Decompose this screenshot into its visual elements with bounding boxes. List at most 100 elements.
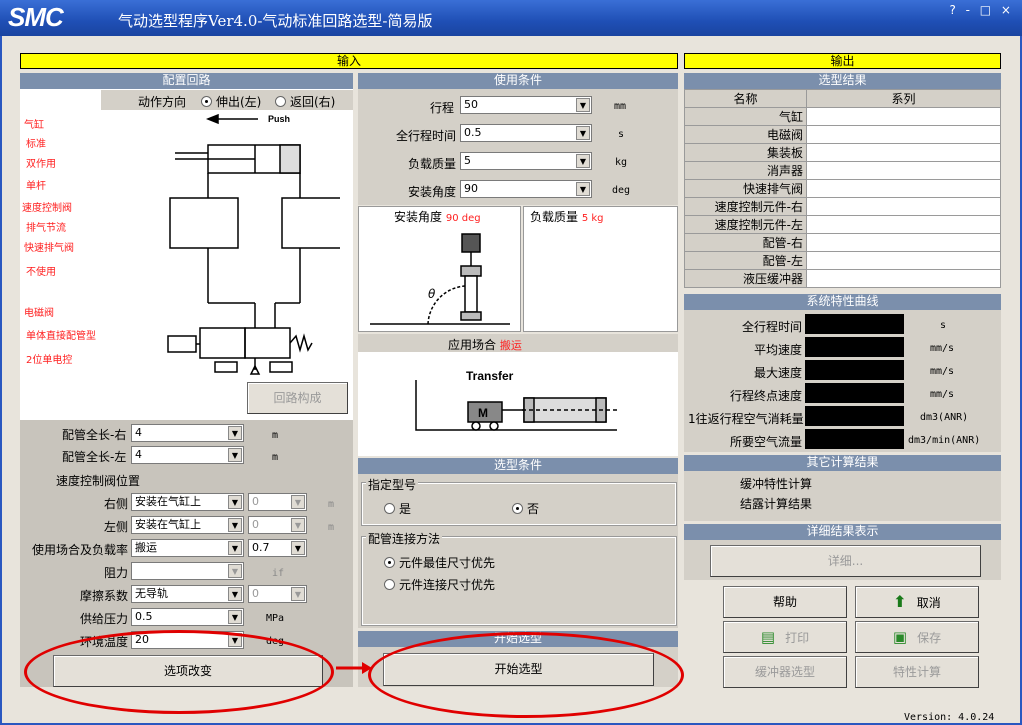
legend-not-used: 不使用 bbox=[26, 267, 56, 278]
load-rate-select[interactable]: 0.7 ▼ bbox=[248, 539, 307, 557]
curve-label-end-speed: 行程终点速度 bbox=[730, 389, 803, 403]
curve-label-time: 全行程时间 bbox=[742, 320, 803, 334]
input-header: 输入 bbox=[20, 53, 678, 69]
curve-label-avg-speed: 平均速度 bbox=[754, 343, 803, 357]
stroke-select[interactable]: 50 ▼ bbox=[460, 96, 592, 114]
pneumatic-circuit-diagram: Push bbox=[167, 113, 340, 375]
title-bar: SMC 气动选型程序Ver4.0-气动标准回路选型-简易版 ? - □ × bbox=[0, 0, 1022, 36]
svg-text:Push: Push bbox=[268, 114, 290, 124]
window-controls[interactable]: ? - □ × bbox=[949, 3, 1014, 17]
stroke-label: 行程 bbox=[430, 101, 455, 115]
col-name: 名称 bbox=[684, 89, 807, 108]
legend-meter-out: 排气节流 bbox=[26, 223, 66, 234]
table-row: 快速排气阀 bbox=[684, 179, 1001, 198]
svg-text:θ: θ bbox=[428, 287, 436, 301]
exit-icon: ⬆ bbox=[893, 592, 907, 611]
pipe-opt-connect-radio[interactable]: 元件连接尺寸优先 bbox=[384, 576, 495, 593]
pipe-left-unit: m bbox=[272, 452, 279, 463]
table-row: 配管-左 bbox=[684, 251, 1001, 270]
results-header: 选型结果 bbox=[684, 73, 1001, 89]
table-row: 速度控制元件-右 bbox=[684, 197, 1001, 216]
left-side-label: 左侧 bbox=[104, 520, 129, 534]
resistance-select[interactable]: ▼ bbox=[131, 562, 244, 580]
friction-label: 摩擦系数 bbox=[80, 589, 129, 603]
svg-text:M: M bbox=[478, 406, 488, 420]
pipe-right-select[interactable]: 4 ▼ bbox=[131, 424, 244, 442]
legend-cylinder: 气缸 bbox=[24, 120, 44, 131]
curve-value-avg-speed bbox=[805, 337, 904, 357]
table-row: 速度控制元件-左 bbox=[684, 215, 1001, 234]
pipe-connect-group-label: 配管连接方法 bbox=[366, 530, 443, 547]
mount-angle-select[interactable]: 90 ▼ bbox=[460, 180, 592, 198]
model-no-radio[interactable]: 否 bbox=[512, 500, 539, 517]
angle-panel-label: 安装角度 90 deg bbox=[394, 210, 481, 224]
help-button[interactable]: 帮助 bbox=[723, 586, 847, 618]
curve-value-time bbox=[805, 314, 904, 334]
table-row: 电磁阀 bbox=[684, 125, 1001, 144]
table-row: 消声器 bbox=[684, 161, 1001, 180]
right-side-unit: m bbox=[328, 499, 335, 510]
characteristics-calc-button[interactable]: 特性计算 bbox=[855, 656, 979, 688]
right-side-sub-select[interactable]: 0 ▼ bbox=[248, 493, 307, 511]
friction-select[interactable]: 无导轨 ▼ bbox=[131, 585, 244, 603]
curve-value-air-consumption bbox=[805, 406, 904, 426]
smc-logo: SMC bbox=[8, 2, 64, 32]
full-stroke-time-select[interactable]: 0.5 ▼ bbox=[460, 124, 592, 142]
usage-header: 使用条件 bbox=[358, 73, 678, 89]
annotation-circle-start bbox=[368, 632, 684, 718]
detail-header: 详细结果表示 bbox=[684, 524, 1001, 540]
left-side-sub-select[interactable]: 0 ▼ bbox=[248, 516, 307, 534]
left-side-select[interactable]: 安装在气缸上 ▼ bbox=[131, 516, 244, 534]
curve-header: 系统特性曲线 bbox=[684, 294, 1001, 310]
pipe-opt-best-radio[interactable]: 元件最佳尺寸优先 bbox=[384, 554, 495, 571]
legend-single-solenoid: 2位单电控 bbox=[26, 355, 73, 366]
condensation-calc-link[interactable]: 结露计算结果 bbox=[740, 495, 812, 512]
right-side-label: 右侧 bbox=[104, 497, 129, 511]
curve-label-air-consumption: 1往返行程空气消耗量 bbox=[688, 412, 804, 426]
detail-button[interactable]: 详细... bbox=[710, 545, 981, 577]
curve-unit-time: s bbox=[940, 320, 947, 331]
window-title: 气动选型程序Ver4.0-气动标准回路选型-简易版 bbox=[118, 12, 433, 30]
results-table: 名称 系列 气缸 电磁阀 集装板 消声器 快速排气阀 速度控制元件-右 速度控制元… bbox=[684, 89, 1001, 288]
shock-absorber-button[interactable]: 缓冲器选型 bbox=[723, 656, 847, 688]
pipe-left-select[interactable]: 4 ▼ bbox=[131, 446, 244, 464]
version-label: Version: 4.0.24 bbox=[904, 712, 995, 723]
load-mass-select[interactable]: 5 ▼ bbox=[460, 152, 592, 170]
curve-unit-avg-speed: mm/s bbox=[930, 343, 955, 354]
save-button[interactable]: ▣ 保存 bbox=[855, 621, 979, 653]
table-row: 集装板 bbox=[684, 143, 1001, 162]
circuit-build-button[interactable]: 回路构成 bbox=[247, 382, 348, 414]
pipe-right-label: 配管全长-右 bbox=[62, 428, 127, 442]
curve-unit-air-consumption: dm3(ANR) bbox=[920, 412, 969, 423]
other-results-header: 其它计算结果 bbox=[684, 455, 1001, 471]
supply-pressure-select[interactable]: 0.5 ▼ bbox=[131, 608, 244, 626]
curve-value-air-flow bbox=[805, 429, 904, 449]
output-header: 输出 bbox=[684, 53, 1001, 69]
legend-standard: 标准 bbox=[26, 139, 46, 150]
print-button[interactable]: ▤ 打印 bbox=[723, 621, 847, 653]
col-series: 系列 bbox=[806, 89, 1001, 108]
model-yes-radio[interactable]: 是 bbox=[384, 500, 411, 517]
legend-solenoid: 电磁阀 bbox=[24, 308, 54, 319]
right-side-select[interactable]: 安装在气缸上 ▼ bbox=[131, 493, 244, 511]
load-mass-label: 负载质量 bbox=[408, 157, 457, 171]
angle-unit: deg bbox=[612, 185, 631, 196]
selection-conditions-header: 选型条件 bbox=[358, 458, 678, 474]
load-panel-label: 负载质量 5 kg bbox=[530, 210, 604, 224]
cushion-calc-link[interactable]: 缓冲特性计算 bbox=[740, 475, 812, 492]
time-unit: s bbox=[618, 129, 625, 140]
curve-unit-air-flow: dm3/min(ANR) bbox=[908, 435, 981, 446]
table-row: 液压缓冲器 bbox=[684, 269, 1001, 288]
usage-select[interactable]: 搬运 ▼ bbox=[131, 539, 244, 557]
legend-quick-exhaust: 快速排气阀 bbox=[24, 243, 74, 254]
cancel-button[interactable]: ⬆ 取消 bbox=[855, 586, 979, 618]
transfer-illustration: M bbox=[415, 380, 617, 431]
mount-angle-illustration: θ bbox=[370, 233, 510, 325]
load-unit: kg bbox=[615, 157, 628, 168]
supply-pressure-unit: MPa bbox=[266, 613, 285, 624]
full-stroke-time-label: 全行程时间 bbox=[396, 129, 457, 143]
resistance-label: 阻力 bbox=[104, 566, 129, 580]
curve-value-end-speed bbox=[805, 383, 904, 403]
friction-sub-select[interactable]: 0 ▼ bbox=[248, 585, 307, 603]
legend-speed-valve: 速度控制阀 bbox=[22, 203, 72, 214]
